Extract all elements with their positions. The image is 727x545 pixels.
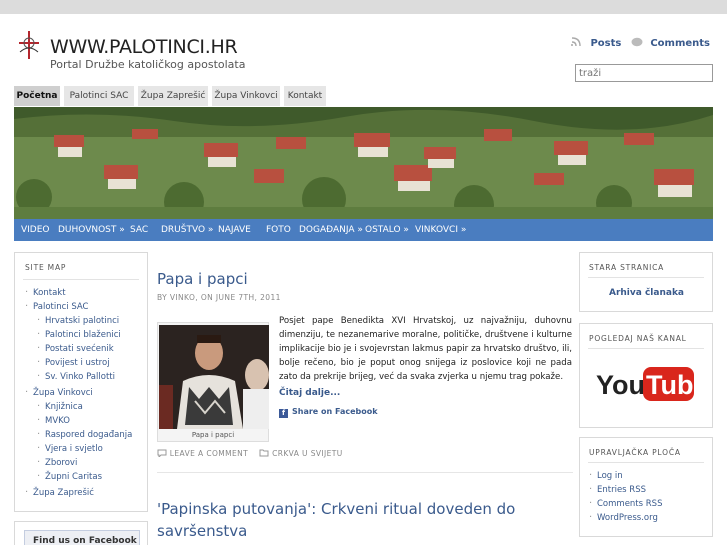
tab-zupa-zapresic[interactable]: Župa Zaprešić <box>138 86 208 106</box>
admin-entries-rss[interactable]: Entries RSS <box>589 484 646 495</box>
facebook-icon: f <box>279 409 288 418</box>
share-label: Share on Facebook <box>292 407 378 416</box>
search-input[interactable] <box>575 64 713 82</box>
nav-foto[interactable]: FOTO <box>266 219 291 241</box>
nav-sac[interactable]: SAC <box>130 219 148 241</box>
site-title[interactable]: WWW.PALOTINCI.HR <box>50 36 238 58</box>
youtube-you-text: You <box>596 370 645 400</box>
sitemap-item-zupni-caritas[interactable]: Župni Caritas <box>37 471 102 482</box>
post-excerpt: Posjet pape Benedikta XVI Hrvatskoj, uz … <box>279 316 572 382</box>
read-more-link[interactable]: Čitaj dalje... <box>279 388 340 398</box>
sitemap-item-palotinci-blazenici[interactable]: Palotinci blaženici <box>37 329 121 340</box>
post-image-caption: Papa i papci <box>191 431 235 439</box>
facebook-like-box[interactable]: Find us on Facebook <box>24 530 140 545</box>
admin-heading: UPRAVLJAČKA PLOČA <box>589 448 681 457</box>
nav-vinkovci[interactable]: VINKOVCI » <box>415 219 466 241</box>
post-footer: LEAVE A COMMENT CRKVA U SVIJETU <box>157 449 343 459</box>
sitemap-item-vinko-pallotti[interactable]: Sv. Vinko Pallotti <box>37 371 115 382</box>
divider <box>23 279 139 280</box>
divider <box>588 462 704 463</box>
divider <box>588 277 704 278</box>
posts-feed-link[interactable]: Posts <box>590 38 621 49</box>
sitemap-item-vjera-i-svjetlo[interactable]: Vjera i svjetlo <box>37 443 103 454</box>
header-banner-image <box>14 107 713 219</box>
comment-bubble-icon <box>631 37 643 47</box>
rss-icon <box>570 37 581 47</box>
facebook-widget: Find us on Facebook <box>14 521 148 545</box>
tab-zupa-vinkovci[interactable]: Župa Vinkovci <box>212 86 280 106</box>
admin-widget: UPRAVLJAČKA PLOČA Log in Entries RSS Com… <box>579 437 713 537</box>
channel-heading: POGLEDAJ NAŠ KANAL <box>589 334 687 343</box>
archive-link[interactable]: Arhiva članaka <box>609 288 684 298</box>
sitemap-heading: SITE MAP <box>25 263 67 272</box>
sitemap-item-zupa-vinkovci[interactable]: Župa Vinkovci <box>25 387 93 398</box>
nav-duhovnost[interactable]: DUHOVNOST » <box>58 219 125 241</box>
admin-wordpress[interactable]: WordPress.org <box>589 512 658 523</box>
post-title[interactable]: Papa i papci <box>157 270 248 288</box>
sitemap-item-povijest[interactable]: Povijest i ustroj <box>37 357 110 368</box>
nav-drustvo[interactable]: DRUŠTVO » <box>161 219 213 241</box>
site-subtitle: Portal Družbe katoličkog apostolata <box>50 58 246 71</box>
share-on-facebook-button[interactable]: f Share on Facebook <box>279 407 378 418</box>
sitemap-item-zupa-zapresic[interactable]: Župa Zaprešić <box>25 487 94 498</box>
category-link[interactable]: CRKVA U SVIJETU <box>272 449 343 458</box>
divider <box>588 348 704 349</box>
main-nav: VIDEO DUHOVNOST » SAC DRUŠTVO » NAJAVE F… <box>14 219 713 241</box>
nav-video[interactable]: VIDEO <box>21 219 50 241</box>
post-meta: BY VINKO, ON JUNE 7TH, 2011 <box>157 293 281 302</box>
leave-comment-link[interactable]: LEAVE A COMMENT <box>170 449 248 458</box>
admin-comments-rss[interactable]: Comments RSS <box>589 498 663 509</box>
post-photo <box>159 325 269 429</box>
feed-links: Posts Comments <box>570 37 710 49</box>
sitemap-item-kontakt[interactable]: Kontakt <box>25 287 65 298</box>
post-image[interactable]: Papa i papci <box>157 322 269 442</box>
sitemap-item-raspored[interactable]: Raspored događanja <box>37 429 132 440</box>
nav-najave[interactable]: NAJAVE <box>218 219 251 241</box>
tab-pocetna[interactable]: Početna <box>14 86 60 106</box>
comments-feed-link[interactable]: Comments <box>650 38 710 49</box>
tab-palotinci-sac[interactable]: Palotinci SAC <box>64 86 134 106</box>
folder-icon <box>259 449 269 457</box>
post-title-2[interactable]: 'Papinska putovanja': Crkveni ritual dov… <box>157 498 557 542</box>
sitemap-item-hrvatski-palotinci[interactable]: Hrvatski palotinci <box>37 315 119 326</box>
old-site-heading: STARA STRANICA <box>589 263 665 272</box>
admin-log-in[interactable]: Log in <box>589 470 623 481</box>
youtube-logo-icon[interactable]: You Tube <box>596 364 696 404</box>
sitemap-item-postati-svecenik[interactable]: Postati svećenik <box>37 343 114 354</box>
palotinci-logo-icon[interactable] <box>16 30 42 60</box>
tab-kontakt[interactable]: Kontakt <box>284 86 326 106</box>
sitemap-widget: SITE MAP Kontakt Palotinci SAC Hrvatski … <box>14 252 148 512</box>
browser-top-strip <box>0 0 727 14</box>
nav-ostalo[interactable]: OSTALO » <box>365 219 409 241</box>
nav-dogadanja[interactable]: DOGAĐANJA » <box>299 219 363 241</box>
sitemap-item-knjiznica[interactable]: Knjižnica <box>37 401 83 412</box>
post-divider <box>157 472 573 473</box>
youtube-widget: POGLEDAJ NAŠ KANAL You Tube <box>579 323 713 428</box>
sitemap-item-mvko[interactable]: MVKO <box>37 415 70 426</box>
comment-icon <box>157 449 167 459</box>
youtube-tube-text: Tube <box>646 370 696 400</box>
sitemap-item-zborovi[interactable]: Zborovi <box>37 457 77 468</box>
old-site-widget: STARA STRANICA Arhiva članaka <box>579 252 713 312</box>
sitemap-item-palotinci-sac[interactable]: Palotinci SAC <box>25 301 88 312</box>
